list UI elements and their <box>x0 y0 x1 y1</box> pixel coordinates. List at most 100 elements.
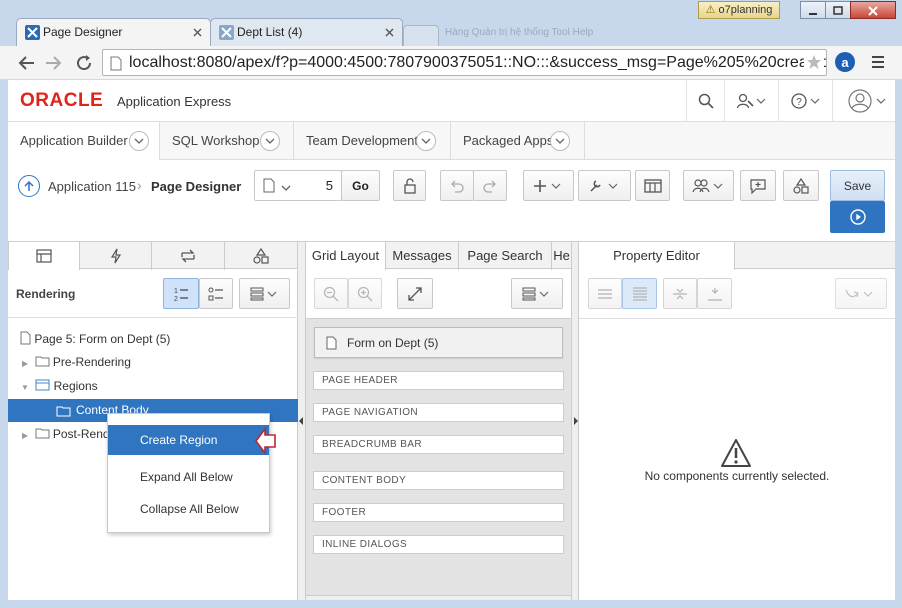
tab-rendering[interactable] <box>8 242 80 270</box>
create-menu-button[interactable] <box>523 170 574 201</box>
shared-components-button[interactable] <box>635 170 670 201</box>
folder-icon <box>56 406 71 417</box>
window-frame-left <box>0 80 8 608</box>
url-field[interactable]: localhost:8080/apex/f?p=4000:4500:780790… <box>102 49 827 76</box>
tab-packaged-apps[interactable]: Packaged Apps <box>451 122 585 160</box>
run-page-button[interactable] <box>830 201 885 233</box>
tab-help[interactable]: He <box>552 242 571 270</box>
utilities-menu-button[interactable] <box>578 170 631 201</box>
left-splitter[interactable] <box>298 242 306 608</box>
close-window-button[interactable] <box>850 1 896 19</box>
chevron-down-icon[interactable] <box>416 131 436 151</box>
bookmark-star-icon[interactable] <box>804 52 824 72</box>
go-button[interactable]: Go <box>341 170 380 201</box>
forward-button[interactable] <box>42 52 66 74</box>
chevron-down-icon[interactable] <box>550 131 570 151</box>
tab-sql-workshop[interactable]: SQL Workshop <box>160 122 294 160</box>
menu-item-expand-all-below[interactable]: Expand All Below <box>108 462 269 492</box>
right-splitter[interactable] <box>571 242 579 608</box>
up-level-button[interactable] <box>18 175 40 197</box>
close-tab-icon[interactable] <box>193 28 202 37</box>
go-to-group-button[interactable] <box>835 278 887 309</box>
tree-node-label: Pre-Rendering <box>52 355 131 369</box>
page-icon <box>263 178 275 193</box>
collapse-all-groups-button[interactable] <box>663 278 697 309</box>
show-all-button[interactable] <box>622 278 657 309</box>
menu-item-collapse-all-below[interactable]: Collapse All Below <box>108 494 269 524</box>
browser-tab-dept-list[interactable]: Dept List (4) <box>210 18 403 46</box>
redo-icon <box>483 180 496 193</box>
menu-button[interactable] <box>868 52 888 72</box>
lock-button[interactable] <box>393 170 426 201</box>
show-common-button[interactable] <box>588 278 622 309</box>
new-tab-button[interactable] <box>403 25 439 46</box>
window-frame-right <box>895 80 902 608</box>
expand-arrow-icon[interactable]: ▶ <box>22 431 28 440</box>
user-chip[interactable]: ⚠ o7planning <box>698 1 780 19</box>
shapes-icon <box>793 177 809 194</box>
tab-dynamic-actions[interactable] <box>80 242 152 270</box>
expand-all-groups-button[interactable] <box>697 278 732 309</box>
search-button[interactable] <box>686 80 724 122</box>
help-icon: ? <box>790 93 819 109</box>
avatar-icon <box>847 89 885 113</box>
user-menu-button[interactable] <box>832 80 902 122</box>
grid-section-inline-dialogs[interactable]: INLINE DIALOGS <box>313 535 564 554</box>
grid-section-content-body[interactable]: CONTENT BODY <box>313 471 564 490</box>
apex-favicon-icon <box>25 25 40 40</box>
page-icon <box>20 331 31 345</box>
page-block[interactable]: Form on Dept (5) <box>314 327 563 358</box>
tab-team-development[interactable]: Team Development <box>294 122 451 160</box>
pointer-arrow-icon <box>255 426 276 456</box>
close-tab-icon[interactable] <box>385 28 394 37</box>
tab-messages[interactable]: Messages <box>386 242 459 270</box>
browser-tab-page-designer[interactable]: Page Designer <box>16 18 211 46</box>
breadcrumb-application[interactable]: Application 115 <box>48 179 136 194</box>
play-icon <box>849 209 866 225</box>
zoom-out-button[interactable] <box>314 278 348 309</box>
redo-button[interactable] <box>473 170 507 201</box>
svg-text:2: 2 <box>174 296 178 302</box>
comments-button[interactable] <box>740 170 776 201</box>
expand-arrow-icon[interactable]: ▶ <box>22 359 28 368</box>
collapse-right-icon <box>574 417 578 425</box>
undo-button[interactable] <box>440 170 474 201</box>
tree-node-pre-rendering[interactable]: ▶ Pre-Rendering <box>22 355 131 369</box>
main-nav-tabs: Application Builder SQL Workshop Team De… <box>0 122 902 161</box>
component-view-toggle[interactable] <box>199 278 233 309</box>
menu-item-create-region[interactable]: Create Region <box>108 425 269 455</box>
help-menu-button[interactable]: ? <box>778 80 832 122</box>
save-button[interactable]: Save <box>830 170 885 201</box>
collapse-arrow-icon[interactable]: ▼ <box>21 383 29 392</box>
chevron-down-icon[interactable] <box>129 131 149 151</box>
tab-shared-components[interactable] <box>225 242 298 270</box>
chevron-down-icon[interactable] <box>260 131 280 151</box>
page-number-field[interactable]: 5 <box>254 170 342 201</box>
tree-menu-button[interactable] <box>239 278 290 309</box>
grid-section-page-navigation[interactable]: PAGE NAVIGATION <box>313 403 564 422</box>
tab-property-editor[interactable]: Property Editor <box>579 242 735 270</box>
oracle-logo: ORACLE <box>20 90 104 111</box>
tree-view-toggle[interactable]: 12 <box>163 278 199 309</box>
grid-section-footer[interactable]: FOOTER <box>313 503 564 522</box>
zoom-in-button[interactable] <box>348 278 382 309</box>
grid-section-breadcrumb-bar[interactable]: BREADCRUMB BAR <box>313 435 564 454</box>
tree-node-regions[interactable]: ▼ Regions <box>21 379 98 393</box>
minimize-button[interactable] <box>800 1 826 19</box>
expand-view-button[interactable] <box>397 278 433 309</box>
grid-section-page-header[interactable]: PAGE HEADER <box>313 371 564 390</box>
tab-page-search[interactable]: Page Search <box>459 242 552 270</box>
zoom-in-icon <box>357 286 373 301</box>
tree-node-page[interactable]: Page 5: Form on Dept (5) <box>20 331 170 346</box>
team-menu-button[interactable] <box>683 170 734 201</box>
back-button[interactable] <box>14 52 38 74</box>
tab-grid-layout[interactable]: Grid Layout <box>306 242 386 270</box>
extension-icon[interactable]: a <box>835 52 855 72</box>
tab-application-builder[interactable]: Application Builder <box>8 122 160 161</box>
shapes-button[interactable] <box>783 170 819 201</box>
layout-menu-button[interactable] <box>511 278 563 309</box>
reload-button[interactable] <box>72 52 96 74</box>
maximize-button[interactable] <box>825 1 851 19</box>
admin-menu-button[interactable] <box>724 80 778 122</box>
tab-processing[interactable] <box>152 242 225 270</box>
